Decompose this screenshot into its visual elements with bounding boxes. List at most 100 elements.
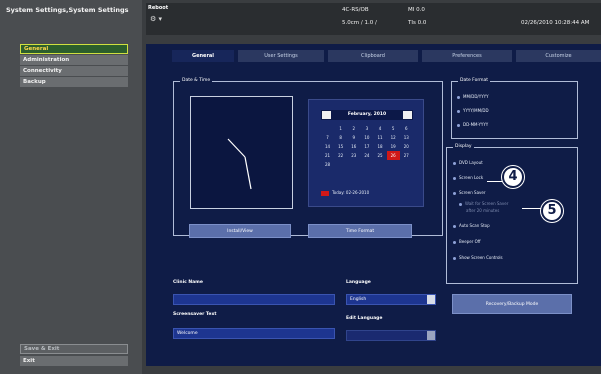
date-format-option[interactable]: YYYY/MM/DD: [457, 108, 489, 113]
calendar-today[interactable]: Today: 02-26-2010: [321, 190, 369, 196]
option-label: YYYY/MM/DD: [463, 108, 489, 113]
patient-name: Reboot: [148, 5, 169, 11]
callout-5: 5: [541, 200, 563, 222]
date-time-label: Date & Time: [180, 78, 213, 83]
calendar-day: [347, 160, 360, 169]
date-time-readout: 02/26/2010 10:28:44 AM: [521, 20, 590, 26]
clinic-name-field[interactable]: [173, 294, 335, 305]
tab-bar: General User Settings Clipboard Preferen…: [172, 50, 601, 62]
sidebar-item-backup[interactable]: Backup: [20, 77, 128, 87]
calendar-day[interactable]: 27: [400, 151, 413, 160]
option-label: Screen Saver: [459, 190, 486, 195]
calendar-day[interactable]: 16: [347, 142, 360, 151]
sidebar-menu: General Administration Connectivity Back…: [20, 44, 128, 88]
calendar-week: 123456: [321, 124, 413, 133]
checkbox-icon: [453, 191, 456, 195]
time-format-button[interactable]: Time Format: [308, 224, 412, 238]
tab-preferences[interactable]: Preferences: [422, 50, 512, 62]
calendar-day[interactable]: 9: [347, 133, 360, 142]
display-option-dvd[interactable]: DVD Layout: [453, 160, 483, 165]
calendar-day[interactable]: 7: [321, 133, 334, 142]
calendar-month: February, 2010: [347, 112, 387, 117]
calendar-day[interactable]: 22: [334, 151, 347, 160]
install-view-button[interactable]: Install/View: [189, 224, 291, 238]
analog-clock: [190, 96, 293, 209]
screensaver-text-label: Screensaver Text: [173, 312, 217, 317]
checkbox-icon: [453, 161, 456, 165]
language-select[interactable]: English: [346, 294, 436, 305]
sidebar-title: System Settings,System Settings: [6, 6, 129, 14]
calendar-day[interactable]: 26: [386, 151, 400, 160]
calendar-day[interactable]: 1: [334, 124, 347, 133]
calendar-day[interactable]: 3: [360, 124, 373, 133]
calendar-day[interactable]: 19: [387, 142, 400, 151]
display-option-auto-scan-stop[interactable]: Auto Scan Stop: [453, 223, 490, 228]
calendar-day[interactable]: 14: [321, 142, 334, 151]
tab-customize[interactable]: Customize: [516, 50, 601, 62]
calendar-day: [387, 160, 400, 169]
calendar-day[interactable]: 8: [334, 133, 347, 142]
calendar-day[interactable]: 15: [334, 142, 347, 151]
callout-line: [522, 208, 541, 209]
calendar-day: [400, 160, 413, 169]
tab-general[interactable]: General: [172, 50, 234, 62]
recovery-backup-button[interactable]: Recovery/Backup Mode: [452, 294, 572, 314]
calendar-day[interactable]: 23: [347, 151, 360, 160]
calendar[interactable]: February, 2010 1 2 3 4 5 6 7 8 9 10 11 12 13 14 15 16 17…: [308, 99, 424, 207]
depth-readout: 5.0cm / 1.0 /: [342, 20, 377, 26]
transducer-label: 4C-RS/OB: [342, 7, 369, 13]
screensaver-text-field[interactable]: Welcome: [173, 328, 335, 339]
calendar-day[interactable]: 4: [374, 124, 387, 133]
calendar-day[interactable]: 2: [347, 124, 360, 133]
display-option-wait[interactable]: Wait for Screen Saver: [459, 201, 508, 206]
exit-button[interactable]: Exit: [20, 356, 128, 366]
calendar-day: [334, 160, 347, 169]
chevron-down-icon[interactable]: [427, 295, 435, 304]
calendar-day[interactable]: 25: [374, 151, 387, 160]
calendar-day[interactable]: 24: [360, 151, 373, 160]
edit-language-select[interactable]: [346, 330, 436, 341]
clock-icon: [227, 138, 252, 190]
save-exit-button[interactable]: Save & Exit: [20, 344, 128, 354]
calendar-grid: 1 2 3 4 5 6 7 8 9 10 11 12 13 14 15 16 17 18 19 20 21 22 23 24 2…: [321, 124, 413, 169]
sidebar-item-connectivity[interactable]: Connectivity: [20, 66, 128, 76]
next-month-button[interactable]: [403, 111, 412, 119]
display-option-screen-saver[interactable]: Screen Saver: [453, 190, 486, 195]
date-format-option[interactable]: MM/DD/YYYY: [457, 94, 489, 99]
calendar-day[interactable]: 28: [321, 160, 334, 169]
chevron-down-icon[interactable]: [427, 331, 435, 340]
language-value: English: [350, 297, 367, 302]
calendar-day[interactable]: 20: [400, 142, 413, 151]
calendar-day: [360, 160, 373, 169]
sidebar: System Settings,System Settings General …: [0, 0, 142, 374]
callout-4: 4: [502, 166, 524, 188]
callout-line: [487, 181, 503, 182]
display-option-screen-lock[interactable]: Screen Lock: [453, 175, 483, 180]
display-option-beeper-off[interactable]: Beeper Off: [453, 239, 481, 244]
calendar-day[interactable]: 11: [374, 133, 387, 142]
radio-icon: [457, 123, 460, 127]
today-label: Today: 02-26-2010: [332, 190, 370, 195]
sidebar-item-administration[interactable]: Administration: [20, 55, 128, 65]
calendar-day[interactable]: 13: [400, 133, 413, 142]
calendar-day[interactable]: 6: [400, 124, 413, 133]
calendar-week: 28: [321, 160, 413, 169]
date-format-option[interactable]: DD-MM-YYYY: [457, 122, 488, 127]
calendar-day[interactable]: 21: [321, 151, 334, 160]
checkbox-icon: [453, 224, 456, 228]
sidebar-item-general[interactable]: General: [20, 44, 128, 54]
calendar-header: February, 2010: [321, 110, 413, 120]
calendar-day[interactable]: 17: [360, 142, 373, 151]
tab-clipboard[interactable]: Clipboard: [328, 50, 418, 62]
checkbox-icon: [453, 176, 456, 180]
settings-panel: General User Settings Clipboard Preferen…: [146, 44, 601, 366]
date-format-label: Date Format: [458, 78, 491, 83]
display-option-screen-controls[interactable]: Show Screen Controls: [453, 255, 503, 260]
calendar-day[interactable]: 5: [387, 124, 400, 133]
app-frame: System Settings,System Settings General …: [0, 0, 601, 374]
calendar-day[interactable]: 10: [360, 133, 373, 142]
language-label: Language: [346, 280, 371, 285]
calendar-day[interactable]: 18: [374, 142, 387, 151]
tab-user-settings[interactable]: User Settings: [238, 50, 324, 62]
calendar-day[interactable]: 12: [387, 133, 400, 142]
